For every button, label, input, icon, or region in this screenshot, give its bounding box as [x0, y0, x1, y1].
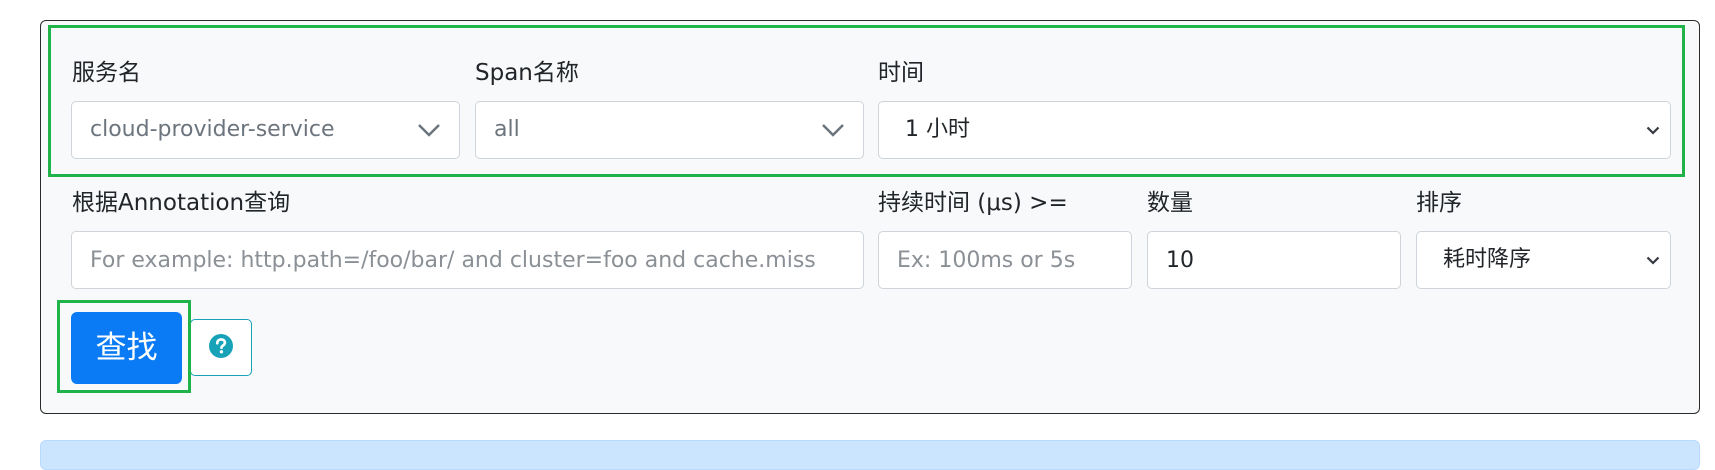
chevron-down-icon — [1646, 232, 1660, 288]
limit-input[interactable] — [1166, 232, 1382, 288]
chevron-down-icon — [417, 102, 441, 158]
sort-select[interactable]: 耗时降序 — [1416, 231, 1671, 289]
limit-label: 数量 — [1147, 190, 1193, 216]
duration-label: 持续时间 (μs) >= — [878, 190, 1068, 216]
search-button[interactable]: 查找 — [71, 312, 182, 384]
question-circle-icon — [208, 333, 234, 363]
annotation-query-field[interactable] — [71, 231, 864, 289]
sort-value: 耗时降序 — [1443, 247, 1532, 272]
service-name-select[interactable]: cloud-provider-service — [71, 101, 460, 159]
sort-label: 排序 — [1416, 190, 1462, 216]
time-range-select[interactable]: 1 小时 — [878, 101, 1671, 159]
duration-field[interactable] — [878, 231, 1132, 289]
time-range-label: 时间 — [878, 60, 924, 86]
span-name-label: Span名称 — [475, 60, 579, 86]
duration-input[interactable] — [897, 232, 1113, 288]
service-name-label: 服务名 — [72, 60, 141, 86]
limit-field[interactable] — [1147, 231, 1401, 289]
span-name-value: all — [494, 117, 520, 142]
span-name-select[interactable]: all — [475, 101, 864, 159]
chevron-down-icon — [1646, 102, 1660, 158]
info-alert — [40, 440, 1700, 470]
service-name-value: cloud-provider-service — [90, 117, 335, 142]
help-button[interactable] — [190, 319, 252, 376]
time-range-value: 1 小时 — [905, 117, 970, 142]
annotation-query-input[interactable] — [90, 232, 845, 288]
chevron-down-icon — [821, 102, 845, 158]
annotation-query-label: 根据Annotation查询 — [72, 190, 291, 216]
